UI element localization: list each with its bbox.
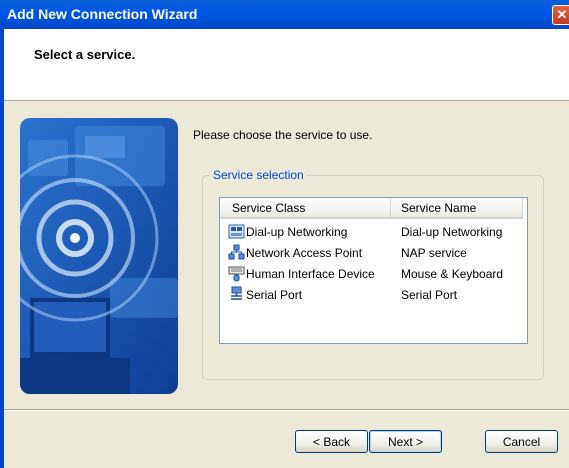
- back-button[interactable]: < Back: [295, 430, 368, 453]
- dialup-networking-icon: [228, 224, 245, 239]
- next-button[interactable]: Next >: [369, 430, 442, 453]
- wizard-illustration: [20, 118, 178, 394]
- service-class: Human Interface Device: [246, 267, 375, 281]
- group-label: Service selection: [210, 168, 307, 182]
- cancel-button[interactable]: Cancel: [485, 430, 558, 453]
- list-item[interactable]: Dial-up Networking Dial-up Networking: [220, 222, 527, 242]
- network-access-point-icon: [228, 244, 245, 260]
- title-bar[interactable]: Add New Connection Wizard ✕: [0, 0, 569, 29]
- keyboard-mouse-icon: [228, 266, 245, 282]
- service-name: NAP service: [401, 246, 467, 260]
- list-item[interactable]: Serial Port Serial Port: [220, 285, 527, 305]
- wizard-header: Select a service.: [4, 29, 569, 101]
- service-name: Mouse & Keyboard: [401, 267, 504, 281]
- serial-port-icon: [231, 286, 242, 300]
- service-name: Dial-up Networking: [401, 225, 503, 239]
- column-header-service-name[interactable]: Service Name: [391, 198, 523, 219]
- window-title: Add New Connection Wizard: [7, 6, 198, 22]
- list-item[interactable]: Network Access Point NAP service: [220, 243, 527, 263]
- service-class: Dial-up Networking: [246, 225, 348, 239]
- instruction-text: Please choose the service to use.: [193, 128, 373, 142]
- column-header-service-class[interactable]: Service Class: [220, 198, 391, 219]
- close-button[interactable]: ✕: [552, 5, 569, 25]
- footer-separator: [4, 409, 569, 411]
- page-title: Select a service.: [34, 47, 136, 62]
- list-header: Service Class Service Name: [220, 198, 527, 220]
- service-name: Serial Port: [401, 288, 458, 302]
- service-list[interactable]: Service Class Service Name Dial-up Netwo…: [219, 197, 528, 344]
- service-class: Serial Port: [246, 288, 303, 302]
- service-class: Network Access Point: [246, 246, 363, 260]
- list-item[interactable]: Human Interface Device Mouse & Keyboard: [220, 264, 527, 284]
